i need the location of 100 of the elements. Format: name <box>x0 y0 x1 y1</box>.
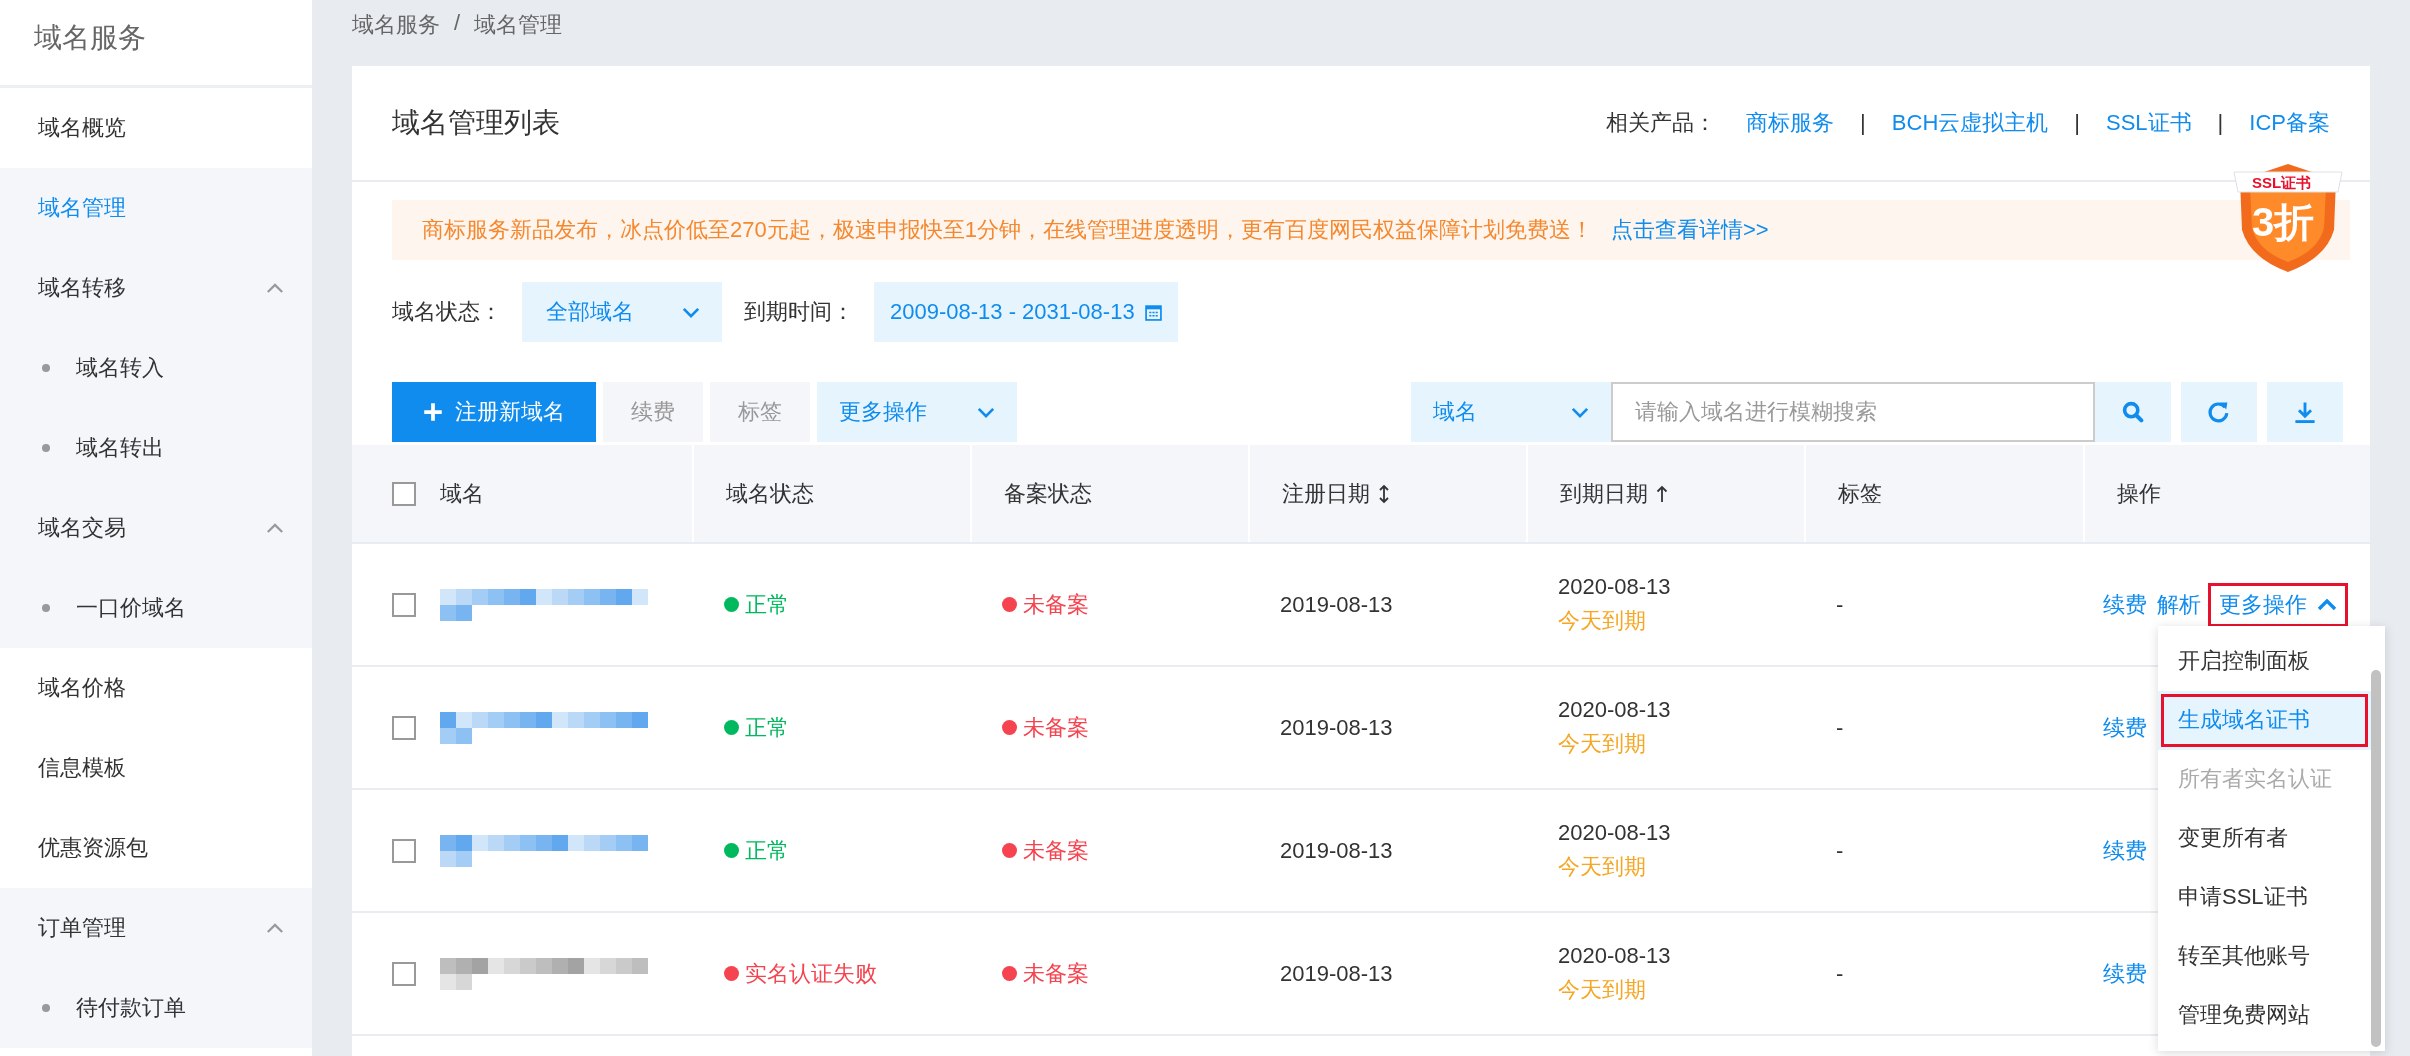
filing-status-text: 未备案 <box>1023 959 1089 988</box>
action-link[interactable]: 续费 <box>2103 589 2147 620</box>
column-title: 标签 <box>1838 479 1882 508</box>
tag-value: - <box>1836 714 1844 741</box>
date-range-picker[interactable]: 2009-08-13 - 2031-08-13 <box>874 282 1178 342</box>
sidebar-item[interactable]: 域名管理 <box>0 168 312 248</box>
row-checkbox[interactable] <box>392 715 416 740</box>
action-link[interactable]: 解析 <box>2157 589 2201 620</box>
menu-item[interactable]: 开启控制面板 <box>2158 631 2371 691</box>
plus-icon <box>423 402 443 422</box>
sidebar-item[interactable]: 订单管理 <box>0 888 312 968</box>
sidebar-subitem[interactable]: 一口价域名 <box>0 568 312 648</box>
refresh-button[interactable] <box>2181 382 2257 442</box>
filing-status-text: 未备案 <box>1023 836 1089 865</box>
link-separator: | <box>2217 110 2224 136</box>
promo-ribbon-text: SSL证书 <box>2252 175 2312 190</box>
row-checkbox[interactable] <box>392 961 416 986</box>
details-link[interactable]: 点击查看详情>> <box>1610 215 1769 245</box>
link-separator: | <box>1860 110 1866 136</box>
bullet-icon <box>42 1004 50 1012</box>
expiry-note: 今天到期 <box>1558 975 1646 1004</box>
page-title: 域名管理列表 <box>392 106 560 140</box>
sidebar-subitem[interactable]: 域名转入 <box>0 328 312 408</box>
sidebar-item[interactable]: 域名转移 <box>0 248 312 328</box>
toolbar-button[interactable]: 标签 <box>710 382 810 442</box>
menu-item[interactable]: 管理免费网站 <box>2158 985 2371 1045</box>
domain-status-text: 正常 <box>745 590 789 619</box>
domain-status-text: 正常 <box>745 836 789 865</box>
related-product-link[interactable]: 商标服务 <box>1746 108 1835 138</box>
related-product-link[interactable]: ICP备案 <box>2249 108 2330 138</box>
select-all-checkbox[interactable] <box>392 481 416 506</box>
related-product-link[interactable]: BCH云虚拟主机 <box>1891 108 2049 138</box>
search-field-select[interactable]: 域名 <box>1411 382 1611 442</box>
filing-status-text: 未备案 <box>1023 713 1089 742</box>
toolbar-button[interactable]: 注册新域名 <box>392 382 596 442</box>
chevron-icon <box>682 306 700 318</box>
scrollbar[interactable] <box>2371 669 2381 1047</box>
registration-date: 2019-08-13 <box>1280 837 1393 864</box>
breadcrumb-item: 域名管理 <box>474 11 563 39</box>
search-button[interactable] <box>2095 382 2171 442</box>
expiry-date: 2020-08-13 <box>1558 696 1671 723</box>
domain-status-text: 正常 <box>745 713 789 742</box>
filter-label: 到期时间： <box>744 298 854 326</box>
related-label: 相关产品： <box>1606 109 1717 137</box>
registration-date: 2019-08-13 <box>1280 591 1393 618</box>
expiry-note: 今天到期 <box>1558 606 1646 635</box>
action-link[interactable]: 续费 <box>2103 958 2147 989</box>
filing-status-text: 未备案 <box>1023 590 1089 619</box>
link-separator: | <box>2074 110 2080 136</box>
bullet-icon <box>42 364 50 372</box>
menu-item[interactable]: 变更所有者 <box>2158 808 2371 868</box>
column-title: 域名状态 <box>726 479 814 508</box>
column-title: 注册日期 <box>1282 479 1370 508</box>
action-link[interactable]: 续费 <box>2103 835 2147 866</box>
row-checkbox[interactable] <box>392 838 416 863</box>
calendar-icon <box>1144 303 1162 321</box>
notice-text: 商标服务新品发布，冰点价低至270元起，极速申报快至1分钟，在线管理进度透明，更有百度网民权益保障计划免费送！ <box>422 216 1593 244</box>
action-link[interactable]: 续费 <box>2103 712 2147 743</box>
column-title: 到期日期 <box>1560 479 1648 508</box>
expiry-date: 2020-08-13 <box>1558 573 1671 600</box>
discount-text: 3折 <box>2252 199 2315 246</box>
tag-value: - <box>1836 960 1844 987</box>
menu-item[interactable]: 转至其他账号 <box>2158 926 2371 986</box>
sort-icon[interactable] <box>1378 483 1390 504</box>
sidebar-subitem[interactable]: 待付款订单 <box>0 968 312 1048</box>
column-title: 操作 <box>2117 479 2161 508</box>
expiry-note: 今天到期 <box>1558 729 1646 758</box>
bullet-icon <box>42 444 50 452</box>
expiry-note: 今天到期 <box>1558 852 1646 881</box>
download-button[interactable] <box>2267 382 2343 442</box>
column-title: 备案状态 <box>1004 479 1092 508</box>
toolbar-button[interactable]: 续费 <box>603 382 703 442</box>
sidebar-subitem[interactable]: 域名转出 <box>0 408 312 488</box>
status-select[interactable]: 全部域名 <box>522 282 722 342</box>
tag-value: - <box>1836 591 1844 618</box>
menu-item[interactable]: 生成域名证书 <box>2158 690 2371 750</box>
menu-item[interactable]: 申请SSL证书 <box>2158 867 2371 927</box>
sidebar-item[interactable]: 域名交易 <box>0 488 312 568</box>
breadcrumb-separator: / <box>454 10 461 36</box>
registration-date: 2019-08-13 <box>1280 960 1393 987</box>
bullet-icon <box>42 604 50 612</box>
chevron-icon <box>977 406 995 418</box>
column-title: 域名 <box>440 479 484 508</box>
refresh-icon <box>2207 400 2231 424</box>
chevron-icon <box>1571 406 1589 418</box>
registration-date: 2019-08-13 <box>1280 714 1393 741</box>
expiry-date: 2020-08-13 <box>1558 819 1671 846</box>
filter-label: 域名状态： <box>392 298 502 326</box>
more-actions-dropdown[interactable]: 更多操作 <box>817 382 1017 442</box>
domain-status-text: 实名认证失败 <box>745 959 877 988</box>
search-input[interactable]: 请输入域名进行模糊搜索 <box>1611 382 2095 442</box>
tag-value: - <box>1836 837 1844 864</box>
breadcrumb-item[interactable]: 域名服务 <box>352 10 440 40</box>
chevron-icon <box>2317 598 2337 611</box>
sort-ascending-icon[interactable] <box>1656 483 1668 504</box>
expiry-date: 2020-08-13 <box>1558 942 1671 969</box>
more-actions-link[interactable]: 更多操作 <box>2211 585 2345 624</box>
related-product-link[interactable]: SSL证书 <box>2106 108 2192 138</box>
row-checkbox[interactable] <box>392 592 416 617</box>
download-icon <box>2293 400 2317 424</box>
